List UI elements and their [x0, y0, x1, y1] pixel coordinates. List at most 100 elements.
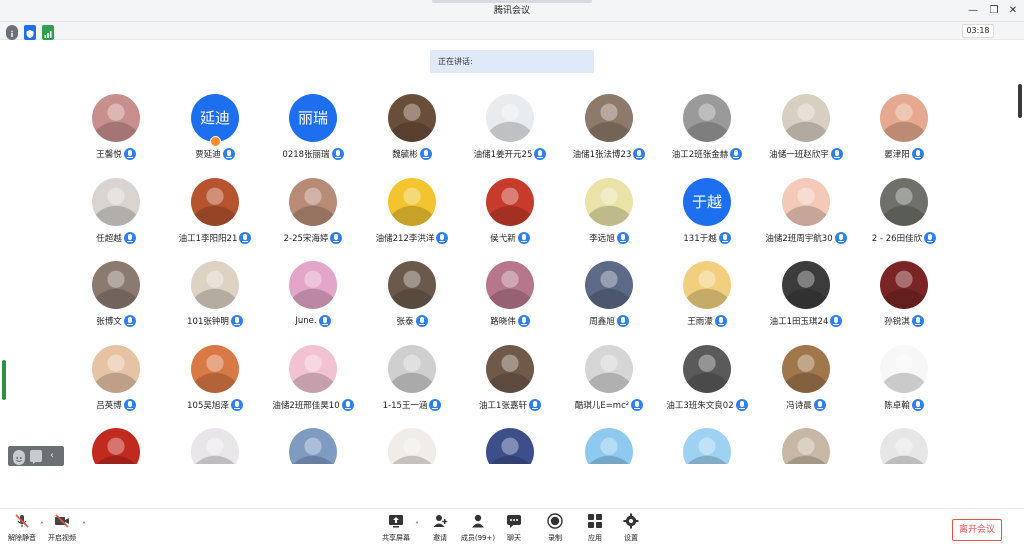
close-icon[interactable]: ✕: [1002, 0, 1024, 22]
participant-tile[interactable]: 油储2班邢佳昊10: [263, 344, 363, 427]
avatar: [683, 345, 731, 393]
settings-button[interactable]: 设置: [609, 511, 653, 547]
mic-icon[interactable]: [911, 315, 924, 327]
participant-gallery: 王馨悦 延迪 贾延迪 丽瑞 0218张丽瑞 魏毓彬 油储1姜开元25 油储1张法博23 油工2班…: [66, 93, 962, 464]
avatar: [92, 94, 140, 142]
participant-name: 油储1姜开元25: [473, 150, 533, 160]
mic-icon[interactable]: [123, 399, 136, 411]
participant-name: 油储212李洪洋: [375, 234, 435, 244]
participant-tile[interactable]: 105吴旭泽: [165, 344, 265, 427]
participant-tile[interactable]: 任超越: [66, 177, 166, 260]
participant-tile[interactable]: 油储212李洪洋: [362, 177, 462, 260]
participant-tile[interactable]: 丽瑞 0218张丽瑞: [263, 93, 363, 176]
participant-tile[interactable]: [460, 427, 560, 464]
participant-tile[interactable]: 王馨悦: [66, 93, 166, 176]
participant-tile[interactable]: 冯诗晨: [756, 344, 856, 427]
participant-tile[interactable]: [66, 427, 166, 464]
mic-icon[interactable]: [123, 232, 136, 244]
participant-tile[interactable]: [263, 427, 363, 464]
participant-tile[interactable]: 张博文: [66, 260, 166, 343]
start-video-button[interactable]: 开启视频: [40, 511, 84, 547]
participant-tile[interactable]: 油储1张法博23: [559, 93, 659, 176]
mic-icon[interactable]: [517, 232, 530, 244]
participant-tile[interactable]: [756, 427, 856, 464]
participant-tile[interactable]: 吕英博: [66, 344, 166, 427]
avatar: [880, 178, 928, 226]
participant-tile[interactable]: [854, 427, 954, 464]
participant-tile[interactable]: 1-15王一涵: [362, 344, 462, 427]
participant-tile[interactable]: 油工1田玉琪24: [756, 260, 856, 343]
participant-tile[interactable]: June.: [263, 260, 363, 343]
emoji-icon[interactable]: [13, 450, 25, 465]
mic-icon[interactable]: [911, 148, 924, 160]
participant-tile[interactable]: 101张钟明: [165, 260, 265, 343]
participant-tile[interactable]: 油储2班周宇航30: [756, 177, 856, 260]
window-title: 腾讯会议: [493, 6, 530, 16]
info-icon[interactable]: [6, 25, 18, 40]
participant-name: 油工3班朱文良02: [666, 401, 734, 411]
participant-name: 魏毓彬: [392, 150, 418, 160]
participant-tile[interactable]: [657, 427, 757, 464]
participant-tile[interactable]: 油储1姜开元25: [460, 93, 560, 176]
avatar: [289, 261, 337, 309]
participant-tile[interactable]: 陈卓翰: [854, 344, 954, 427]
mic-icon[interactable]: [616, 315, 629, 327]
mic-icon[interactable]: [911, 399, 924, 411]
participant-tile[interactable]: [165, 427, 265, 464]
mic-icon[interactable]: [415, 315, 428, 327]
participant-tile[interactable]: 油工3班朱文良02: [657, 344, 757, 427]
mic-icon[interactable]: [616, 232, 629, 244]
participant-tile[interactable]: 晏津阳: [854, 93, 954, 176]
participant-tile[interactable]: 侯弋新: [460, 177, 560, 260]
participant-name: 张博文: [96, 317, 122, 327]
mic-icon[interactable]: [330, 232, 343, 244]
participant-tile[interactable]: 于越 131于越: [657, 177, 757, 260]
participant-name: 贾延迪: [195, 150, 221, 160]
shield-icon[interactable]: [24, 25, 36, 40]
mic-muted-icon: [14, 513, 30, 529]
participant-tile[interactable]: [559, 427, 659, 464]
mic-icon[interactable]: [718, 232, 731, 244]
participant-tile[interactable]: 2-25宋海婷: [263, 177, 363, 260]
collapse-chevron-icon[interactable]: ‹: [50, 449, 60, 463]
participant-tile[interactable]: 油工1李阳阳21: [165, 177, 265, 260]
mic-icon[interactable]: [517, 315, 530, 327]
participant-tile[interactable]: 2 - 26田佳欣: [854, 177, 954, 260]
participant-tile[interactable]: 李远旭: [559, 177, 659, 260]
participant-tile[interactable]: 酷琪儿E=mc²: [559, 344, 659, 427]
participant-name: 吕英博: [96, 401, 122, 411]
participant-tile[interactable]: 油储一班赵欣宇: [756, 93, 856, 176]
participant-tile[interactable]: 周鑫旭: [559, 260, 659, 343]
mic-icon[interactable]: [318, 315, 331, 327]
video-options-chevron-icon[interactable]: ˄: [79, 521, 89, 531]
title-bar[interactable]: 腾讯会议 — ❐ ✕: [0, 0, 1024, 22]
mic-icon[interactable]: [714, 315, 727, 327]
participant-tile[interactable]: 张泰: [362, 260, 462, 343]
mic-icon[interactable]: [924, 232, 937, 244]
mic-icon[interactable]: [230, 399, 243, 411]
avatar: [191, 261, 239, 309]
participant-tile[interactable]: 油工2班张金赫: [657, 93, 757, 176]
participant-tile[interactable]: 魏毓彬: [362, 93, 462, 176]
participant-tile[interactable]: 路晓伟: [460, 260, 560, 343]
leave-meeting-button[interactable]: 离开会议: [952, 519, 1002, 541]
signal-icon[interactable]: [42, 25, 54, 40]
mic-icon[interactable]: [123, 315, 136, 327]
participant-name: 105吴旭泽: [187, 401, 229, 411]
mic-icon[interactable]: [813, 399, 826, 411]
participant-tile[interactable]: 延迪 贾延迪: [165, 93, 265, 176]
participant-tile[interactable]: 王雨濛: [657, 260, 757, 343]
comment-icon[interactable]: [30, 450, 42, 464]
mic-icon[interactable]: [123, 148, 136, 160]
mic-icon[interactable]: [222, 148, 235, 160]
participant-name-row: 陈卓翰: [834, 398, 962, 412]
participant-tile[interactable]: 孙锐淇: [854, 260, 954, 343]
avatar: 丽瑞: [289, 94, 337, 142]
minimize-icon[interactable]: —: [962, 0, 984, 22]
gallery-scrollbar[interactable]: [1018, 84, 1022, 118]
participant-tile[interactable]: 油工1张嘉轩: [460, 344, 560, 427]
mic-icon[interactable]: [419, 148, 432, 160]
participant-tile[interactable]: [362, 427, 462, 464]
mic-icon[interactable]: [230, 315, 243, 327]
settings-label: 设置: [624, 534, 638, 542]
